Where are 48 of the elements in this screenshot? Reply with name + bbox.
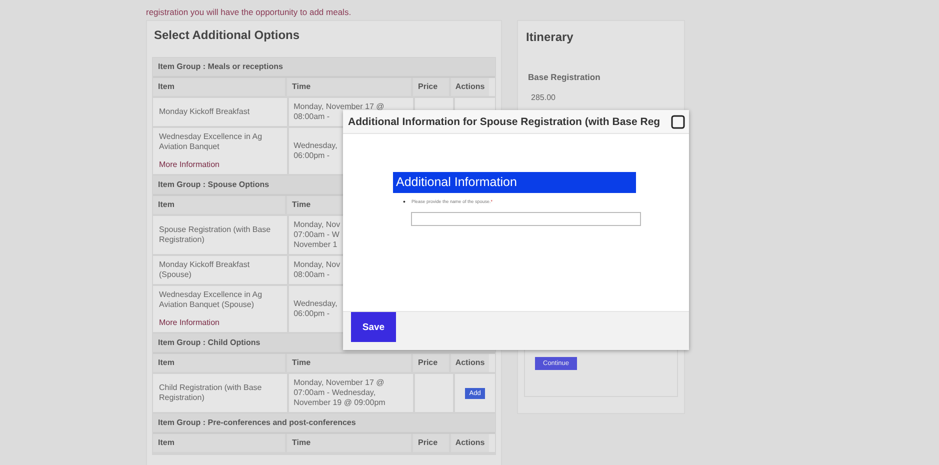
input-field[interactable] xyxy=(411,212,642,226)
close-icon[interactable] xyxy=(671,114,685,128)
time-text: November 1 xyxy=(294,240,338,250)
panel-title: Select Additional Options xyxy=(153,27,301,44)
item-name: Monday Kickoff Breakfast xyxy=(159,107,251,117)
time-text: Monday, Nov xyxy=(294,220,340,230)
column-header: Actions xyxy=(455,358,485,368)
column-header: Time xyxy=(292,438,311,447)
instructions-text: registration you will have the opportunity to add meals. xyxy=(146,6,352,19)
more-info-link[interactable]: More Information xyxy=(159,318,281,328)
time-text: 07:00am - Wednesday, xyxy=(294,388,376,398)
item-name: Wednesday Excellence in Ag Aviation Banquet (Spouse) xyxy=(159,290,264,310)
item-name: Child Registration (with Base Registration) xyxy=(159,383,263,403)
item-name: Wednesday Excellence in Ag Aviation Banquet xyxy=(159,132,264,152)
column-header: Time xyxy=(292,200,311,209)
column-header: Actions xyxy=(455,438,485,448)
item-price: 285.00 xyxy=(530,92,556,102)
group-header: Item Group : Pre-conferences and post-conferences xyxy=(153,414,495,434)
column-header: Price xyxy=(418,358,438,367)
column-header: Item xyxy=(158,358,174,367)
group-header: Item Group : Meals or receptions xyxy=(153,58,495,78)
time-text: Wednesday, xyxy=(294,299,338,309)
column-header: Price xyxy=(418,438,438,447)
column-header: Actions xyxy=(455,82,485,92)
time-text: Wednesday, xyxy=(294,141,338,151)
time-text: Monday, November 17 @ xyxy=(294,378,384,388)
dialog-title: Additional Information for Spouse Registration (with Base Reg xyxy=(348,116,660,128)
column-header: Time xyxy=(292,82,311,91)
column-header: Price xyxy=(418,82,438,91)
time-text: November 19 @ 09:00pm xyxy=(294,398,386,408)
section-heading: Additional Information xyxy=(393,172,636,193)
column-header: Item xyxy=(158,438,174,447)
time-text: 08:00am - xyxy=(294,112,330,122)
item-name: Monday Kickoff Breakfast (Spouse) xyxy=(159,260,251,280)
time-text: 06:00pm - xyxy=(294,309,330,319)
column-header: Item xyxy=(158,200,174,209)
item-name: Spouse Registration (with Base Registration) xyxy=(159,225,272,245)
save-button[interactable]: Save xyxy=(351,312,396,342)
more-info-link[interactable]: More Information xyxy=(159,160,281,170)
time-text: 08:00am - xyxy=(294,270,330,280)
time-text: 07:00am - W xyxy=(294,230,340,240)
panel-title: Itinerary xyxy=(525,29,574,46)
column-header: Item xyxy=(158,82,174,91)
time-text: Monday, November 17 @ xyxy=(294,102,384,112)
itinerary-item: Base Registration xyxy=(527,71,602,82)
time-text: 06:00pm - xyxy=(294,151,330,161)
time-text: Monday, Nov xyxy=(294,260,340,270)
column-header: Time xyxy=(292,358,311,367)
